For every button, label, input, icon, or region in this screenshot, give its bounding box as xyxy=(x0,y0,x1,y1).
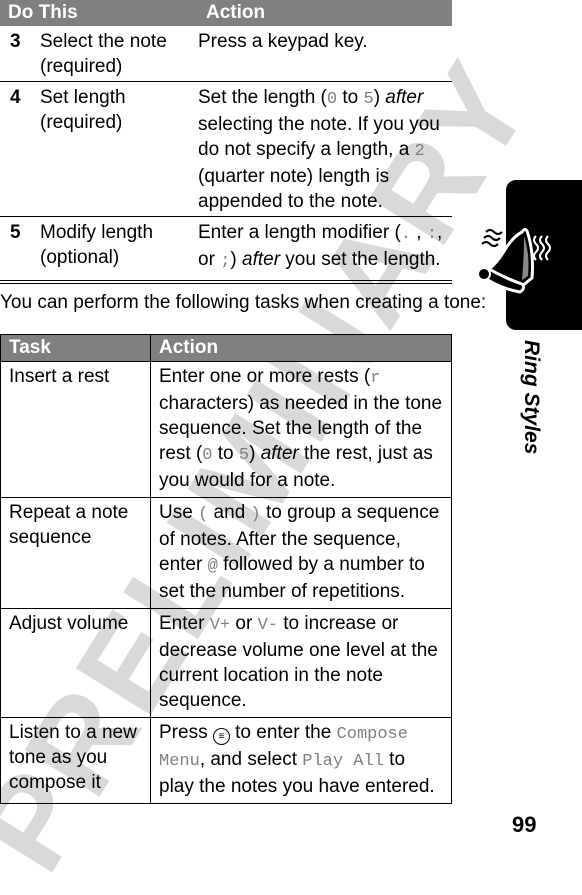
text: you set the length. xyxy=(280,249,441,270)
key-period: . xyxy=(400,225,411,244)
header-action: Action xyxy=(198,0,452,26)
key-r: r xyxy=(370,369,381,388)
task-action: Enter one or more rests (r characters) a… xyxy=(150,361,452,498)
text: , and select xyxy=(199,749,303,770)
text: ) xyxy=(249,443,261,464)
menu-key-icon: ≡ xyxy=(212,728,230,745)
text: or xyxy=(230,613,258,634)
text: , xyxy=(410,222,427,243)
step-do: Select the note (required) xyxy=(40,31,167,77)
header-do-this: Do This xyxy=(0,0,198,26)
table-row: Adjust volume Enter V+ or V- to increase… xyxy=(0,608,452,718)
step-do: Modify length (optional) xyxy=(40,216,198,284)
key-volume-up: V+ xyxy=(209,616,231,635)
task-name: Repeat a note sequence xyxy=(0,497,151,609)
key-zero: 0 xyxy=(202,446,213,465)
table-row: 3 Select the note (required) Press a key… xyxy=(0,26,452,82)
table-row: Repeat a note sequence Use ( and ) to gr… xyxy=(0,497,452,609)
steps-table: Do This Action 3 Select the note (requir… xyxy=(0,0,452,284)
intro-paragraph: You can perform the following tasks when… xyxy=(0,292,487,313)
key-zero: 0 xyxy=(326,90,338,109)
key-volume-down: V- xyxy=(257,616,278,635)
steps-table-header: Do This Action xyxy=(0,0,452,26)
step-number: 4 xyxy=(0,81,40,217)
step-action: Set the length (0 to 5) after selecting … xyxy=(198,81,452,217)
emphasis: after xyxy=(385,87,424,108)
step-action: Enter a length modifier (. , :, or ;) af… xyxy=(198,216,452,284)
key-close-paren: ) xyxy=(250,505,261,524)
task-action: Enter V+ or V- to increase or decrease v… xyxy=(150,608,452,718)
step-action: Press a keypad key. xyxy=(198,31,368,52)
header-task: Task xyxy=(0,334,151,362)
task-action: Use ( and ) to group a sequence of notes… xyxy=(150,497,452,609)
play-all-label: Play All xyxy=(302,752,384,771)
text: Enter one or more rests ( xyxy=(159,366,371,387)
task-name: Adjust volume xyxy=(0,608,151,718)
table-row: 5 Modify length (optional) Enter a lengt… xyxy=(0,216,452,284)
header-action: Action xyxy=(150,334,452,362)
page-number: 99 xyxy=(512,812,537,837)
section-title: Ring Styles xyxy=(506,340,546,460)
key-semicolon: ; xyxy=(220,252,231,271)
tasks-table-header: Task Action xyxy=(0,334,452,362)
key-two: 2 xyxy=(414,142,425,161)
text: to enter the xyxy=(229,722,337,743)
key-colon: : xyxy=(426,225,438,244)
emphasis: after xyxy=(260,443,299,464)
text: to xyxy=(212,443,239,464)
text: Press xyxy=(159,722,213,743)
ringing-bell-icon xyxy=(477,227,551,294)
step-number: 5 xyxy=(0,216,40,284)
task-name: Insert a rest xyxy=(0,361,151,498)
text: and xyxy=(208,502,251,523)
text: Set the length ( xyxy=(198,87,327,108)
task-name: Listen to a new tone as you compose it xyxy=(0,717,151,804)
text: (quarter note) length is appended to the… xyxy=(198,166,390,212)
step-number: 3 xyxy=(10,31,21,52)
table-row: 4 Set length (required) Set the length (… xyxy=(0,81,452,217)
key-open-paren: ( xyxy=(198,505,209,524)
key-five: 5 xyxy=(238,446,250,465)
key-at: @ xyxy=(207,557,218,576)
step-do: Set length (required) xyxy=(40,81,198,217)
key-five: 5 xyxy=(363,90,374,109)
task-action: Press ≡ to enter the Compose Menu, and s… xyxy=(150,717,452,804)
tasks-table: Task Action Insert a rest Enter one or m… xyxy=(0,334,452,804)
text: selecting the note. If you you do not sp… xyxy=(198,114,440,160)
section-title-text: Ring Styles xyxy=(520,340,543,455)
text: ) xyxy=(373,87,386,108)
emphasis: after xyxy=(242,249,281,270)
table-row: Listen to a new tone as you compose it P… xyxy=(0,717,452,804)
table-row: Insert a rest Enter one or more rests (r… xyxy=(0,361,452,498)
text: Enter xyxy=(159,613,210,634)
text: Enter a length modifier ( xyxy=(198,222,401,243)
text: ) xyxy=(230,249,242,270)
text: to xyxy=(337,87,364,108)
text: Use xyxy=(159,502,199,523)
